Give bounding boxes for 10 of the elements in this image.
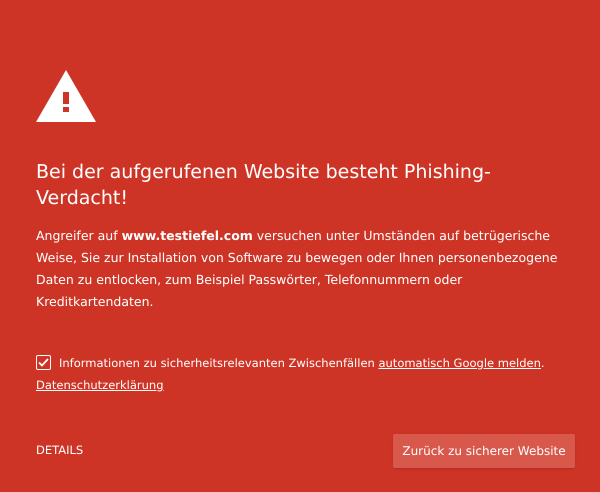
checkmark-icon: [38, 358, 49, 367]
report-link[interactable]: automatisch Google melden: [378, 356, 541, 370]
warning-description: Angreifer auf www.testiefel.com versuchen unter Umständen auf betrügerische Weise, Sie zur Installation von Software zu bewegen oder Ihnen personenbezogene Daten zu entlocken, zum Beispiel Passwörter, Telefonnummern oder Kreditkartendaten.: [36, 227, 558, 311]
back-to-safety-button[interactable]: Zurück zu sicherer Website: [393, 434, 575, 468]
report-checkbox[interactable]: [36, 355, 51, 370]
privacy-policy-link[interactable]: Datenschutzerklärung: [36, 375, 164, 395]
details-link[interactable]: DETAILS: [36, 442, 84, 460]
warning-icon: [36, 70, 96, 122]
report-consent-text: Informationen zu sicherheitsrelevanten Zwischenfällen automatisch Google melden.: [59, 355, 545, 372]
page-heading: Bei der aufgerufenen Website besteht Phishing-Verdacht!: [36, 160, 492, 211]
